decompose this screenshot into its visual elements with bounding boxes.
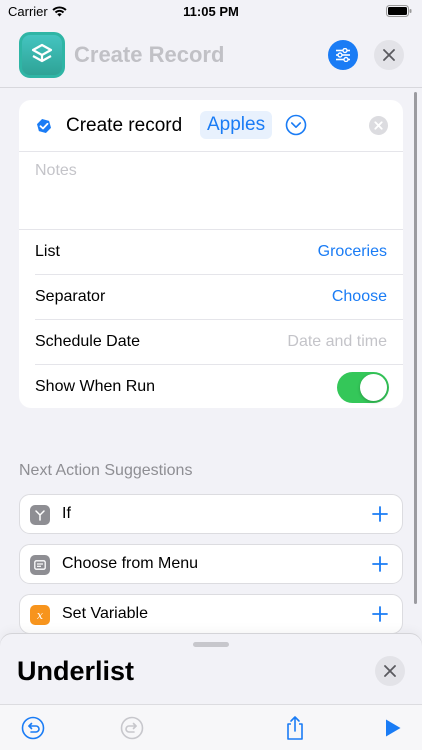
suggestion-label: If (62, 505, 71, 522)
suggestion-label: Choose from Menu (62, 555, 199, 572)
variable-icon: x (30, 605, 50, 625)
run-button[interactable] (380, 715, 406, 741)
notes-field[interactable]: Notes (19, 152, 403, 230)
close-icon (384, 665, 396, 677)
show-when-run-toggle[interactable] (337, 372, 389, 403)
editor-header: Create Record (0, 24, 422, 88)
add-icon[interactable] (370, 554, 390, 574)
play-icon (386, 719, 401, 737)
param-label: Separator (35, 288, 106, 305)
suggestion-if[interactable]: If (19, 494, 403, 534)
shortcut-app-icon[interactable] (19, 32, 65, 78)
status-time: 11:05 PM (183, 4, 239, 19)
status-bar: Carrier 11:05 PM (0, 0, 422, 24)
redo-button[interactable] (119, 715, 145, 741)
battery-icon (386, 5, 412, 17)
settings-button[interactable] (328, 40, 358, 70)
branch-icon (30, 505, 50, 525)
suggestion-choose-from-menu[interactable]: Choose from Menu (19, 544, 403, 584)
action-label: Create record (66, 115, 183, 136)
undo-button[interactable] (20, 715, 46, 741)
bottom-toolbar (0, 704, 422, 750)
add-icon[interactable] (370, 604, 390, 624)
param-row-list[interactable]: List Groceries (35, 230, 403, 275)
close-button[interactable] (374, 40, 404, 70)
sliders-icon (336, 48, 350, 62)
sheet-grabber[interactable] (193, 642, 229, 647)
undo-icon (21, 716, 45, 740)
action-header-row: Create record Apples (19, 100, 403, 152)
param-row-schedule-date[interactable]: Schedule Date Date and time (35, 320, 403, 365)
suggestion-label: Set Variable (62, 605, 148, 622)
scrollbar[interactable] (414, 92, 417, 604)
verified-badge-icon (36, 118, 52, 134)
menu-icon (30, 555, 50, 575)
sheet-close-button[interactable] (375, 656, 405, 686)
param-label: List (35, 243, 60, 260)
param-row-show-when-run: Show When Run (35, 365, 403, 410)
param-value-schedule-date[interactable]: Date and time (287, 333, 387, 351)
suggestion-set-variable[interactable]: x Set Variable (19, 594, 403, 634)
add-icon[interactable] (370, 504, 390, 524)
remove-action-icon[interactable] (369, 116, 388, 135)
share-icon (287, 716, 303, 740)
share-button[interactable] (282, 715, 308, 741)
param-label: Show When Run (35, 378, 156, 395)
param-row-separator[interactable]: Separator Choose (35, 275, 403, 320)
redo-icon (120, 716, 144, 740)
param-value-list[interactable]: Groceries (318, 243, 387, 261)
action-card: Create record Apples Notes List Grocerie… (19, 100, 403, 408)
suggestions-title: Next Action Suggestions (19, 462, 193, 479)
param-value-separator[interactable]: Choose (332, 288, 387, 306)
toggle-knob (360, 374, 387, 401)
param-label: Schedule Date (35, 333, 140, 350)
record-token[interactable]: Apples (200, 111, 273, 139)
sheet-title: Underlist (17, 656, 135, 686)
notes-placeholder: Notes (35, 162, 77, 179)
page-title[interactable]: Create Record (74, 42, 224, 68)
chevron-down-circle-icon[interactable] (285, 114, 307, 136)
close-icon (383, 49, 395, 61)
layers-icon (31, 43, 53, 63)
